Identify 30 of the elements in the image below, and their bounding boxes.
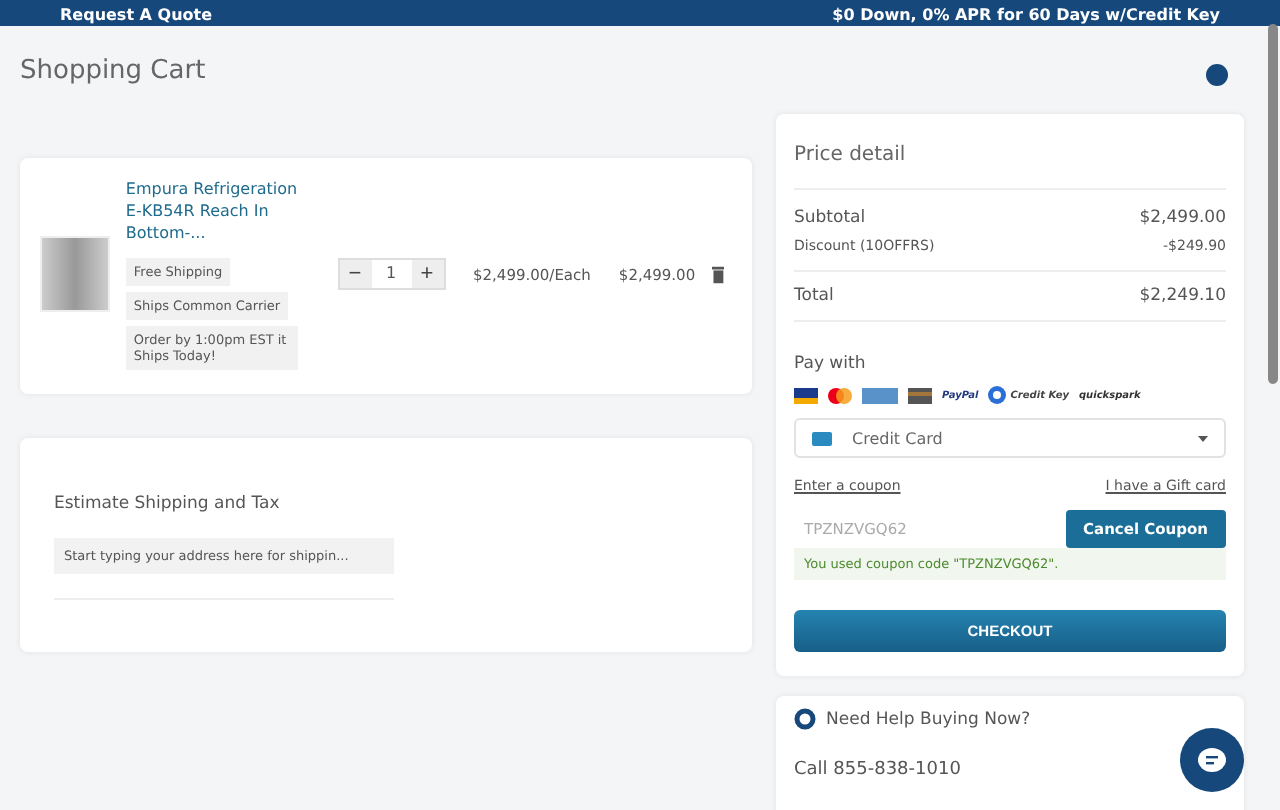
plus-button[interactable]: + <box>411 260 443 288</box>
scrollbar-thumb[interactable] <box>1268 24 1278 384</box>
product-photo-placeholder <box>40 236 110 312</box>
pay-with-label: Pay with <box>794 354 866 374</box>
quantity-value: 1 <box>383 262 399 286</box>
price-label: Subtotal <box>794 208 866 228</box>
minus-button[interactable]: − <box>339 260 371 288</box>
card-icon <box>812 431 832 445</box>
product-link[interactable]: Empura Refrigeration E-KB54R Reach In Bottom-... <box>125 178 305 244</box>
price-label: Total <box>794 286 834 306</box>
price-value: $2,499.00 <box>1139 208 1226 228</box>
card-icon <box>908 387 932 403</box>
price-value: $2,249.10 <box>1139 286 1226 306</box>
trash-icon[interactable] <box>711 265 724 283</box>
caret-icon <box>1198 435 1208 441</box>
phone-text: Call 855-838-1010 <box>794 760 961 780</box>
section-title: Price detail <box>794 144 906 166</box>
payment-select[interactable]: Credit Card <box>794 418 1226 458</box>
visa-card-icon <box>794 387 818 403</box>
section-title: Estimate Shipping and Tax <box>54 494 280 514</box>
amex-card-icon <box>862 387 898 403</box>
promo-text: $0 Down, 0% APR for 60 Days w/Credit Key <box>832 6 1220 26</box>
mastercard-icon <box>828 387 852 403</box>
key-logo-icon <box>988 386 1007 404</box>
lifebuoy-icon <box>794 708 816 730</box>
quote-link[interactable]: Request A Quote <box>60 6 213 26</box>
help-title: Need Help Buying Now? <box>826 709 1031 729</box>
chat-icon <box>1198 748 1226 772</box>
page-title: Shopping Cart <box>20 55 206 85</box>
quantity-stepper[interactable]: − 1 + <box>337 258 445 290</box>
